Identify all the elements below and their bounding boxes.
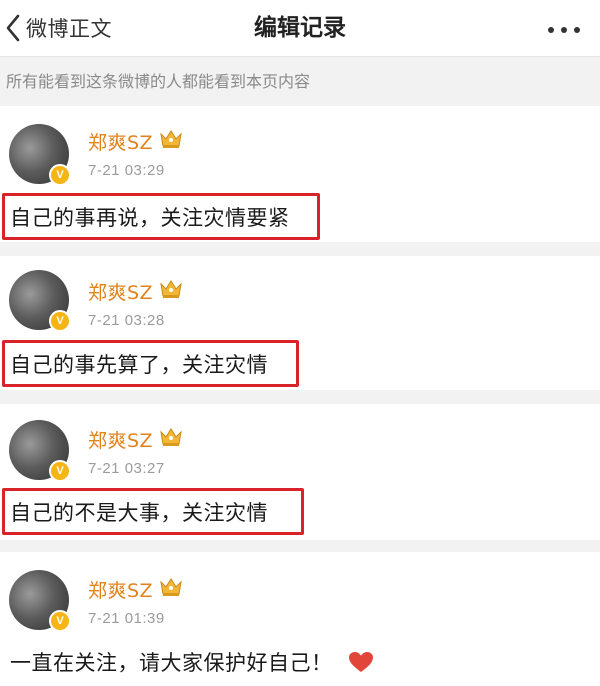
- separator: [0, 242, 600, 256]
- user-info: 郑爽SZ: [88, 574, 183, 604]
- avatar[interactable]: V: [9, 270, 71, 332]
- timestamp: 7-21 03:27: [88, 460, 165, 477]
- avatar[interactable]: V: [9, 124, 71, 186]
- timestamp: 7-21 01:39: [88, 610, 165, 627]
- edit-record: V 郑爽SZ 7-21 03:28 自己的事先算了，关注灾情: [0, 256, 600, 390]
- username[interactable]: 郑爽SZ: [88, 426, 153, 453]
- timestamp: 7-21 03:28: [88, 312, 165, 329]
- verified-badge-icon: V: [49, 610, 71, 632]
- post-content: 自己的事再说，关注灾情要紧: [10, 206, 290, 230]
- user-info: 郑爽SZ: [88, 424, 183, 454]
- post-content: 一直在关注，请大家保护好自己！: [10, 651, 333, 675]
- visibility-notice: 所有能看到这条微博的人都能看到本页内容: [0, 57, 600, 106]
- post-content: 自己的不是大事，关注灾情: [10, 501, 268, 525]
- username[interactable]: 郑爽SZ: [88, 576, 153, 603]
- chevron-left-icon: [4, 13, 22, 43]
- verified-badge-icon: V: [49, 460, 71, 482]
- heart-icon: [348, 651, 374, 678]
- edit-history-page: 微博正文 编辑记录 所有能看到这条微博的人都能看到本页内容 V 郑爽SZ 7-2…: [0, 0, 600, 686]
- user-info: 郑爽SZ: [88, 126, 183, 156]
- separator: [0, 390, 600, 404]
- crown-icon: [159, 426, 183, 452]
- edit-record: V 郑爽SZ 7-21 01:39 一直在关注，请大家保护好自己！: [0, 552, 600, 686]
- avatar[interactable]: V: [9, 420, 71, 482]
- user-info: 郑爽SZ: [88, 276, 183, 306]
- username[interactable]: 郑爽SZ: [88, 278, 153, 305]
- more-dots-icon: [547, 19, 581, 38]
- verified-badge-icon: V: [49, 164, 71, 186]
- back-button[interactable]: 微博正文: [4, 8, 112, 48]
- separator: [0, 540, 600, 552]
- post-content-line: 一直在关注，请大家保护好自己！: [10, 647, 374, 678]
- crown-icon: [159, 278, 183, 304]
- username[interactable]: 郑爽SZ: [88, 128, 153, 155]
- timestamp: 7-21 03:29: [88, 162, 165, 179]
- post-content: 自己的事先算了，关注灾情: [10, 353, 268, 377]
- verified-badge-icon: V: [49, 310, 71, 332]
- crown-icon: [159, 576, 183, 602]
- edit-record: V 郑爽SZ 7-21 03:27 自己的不是大事，关注灾情: [0, 404, 600, 540]
- back-label: 微博正文: [26, 17, 112, 41]
- avatar[interactable]: V: [9, 570, 71, 632]
- more-button[interactable]: [544, 14, 584, 42]
- navigation-bar: 微博正文 编辑记录: [0, 0, 600, 57]
- edit-record: V 郑爽SZ 7-21 03:29 自己的事再说，关注灾情要紧: [0, 106, 600, 242]
- crown-icon: [159, 128, 183, 154]
